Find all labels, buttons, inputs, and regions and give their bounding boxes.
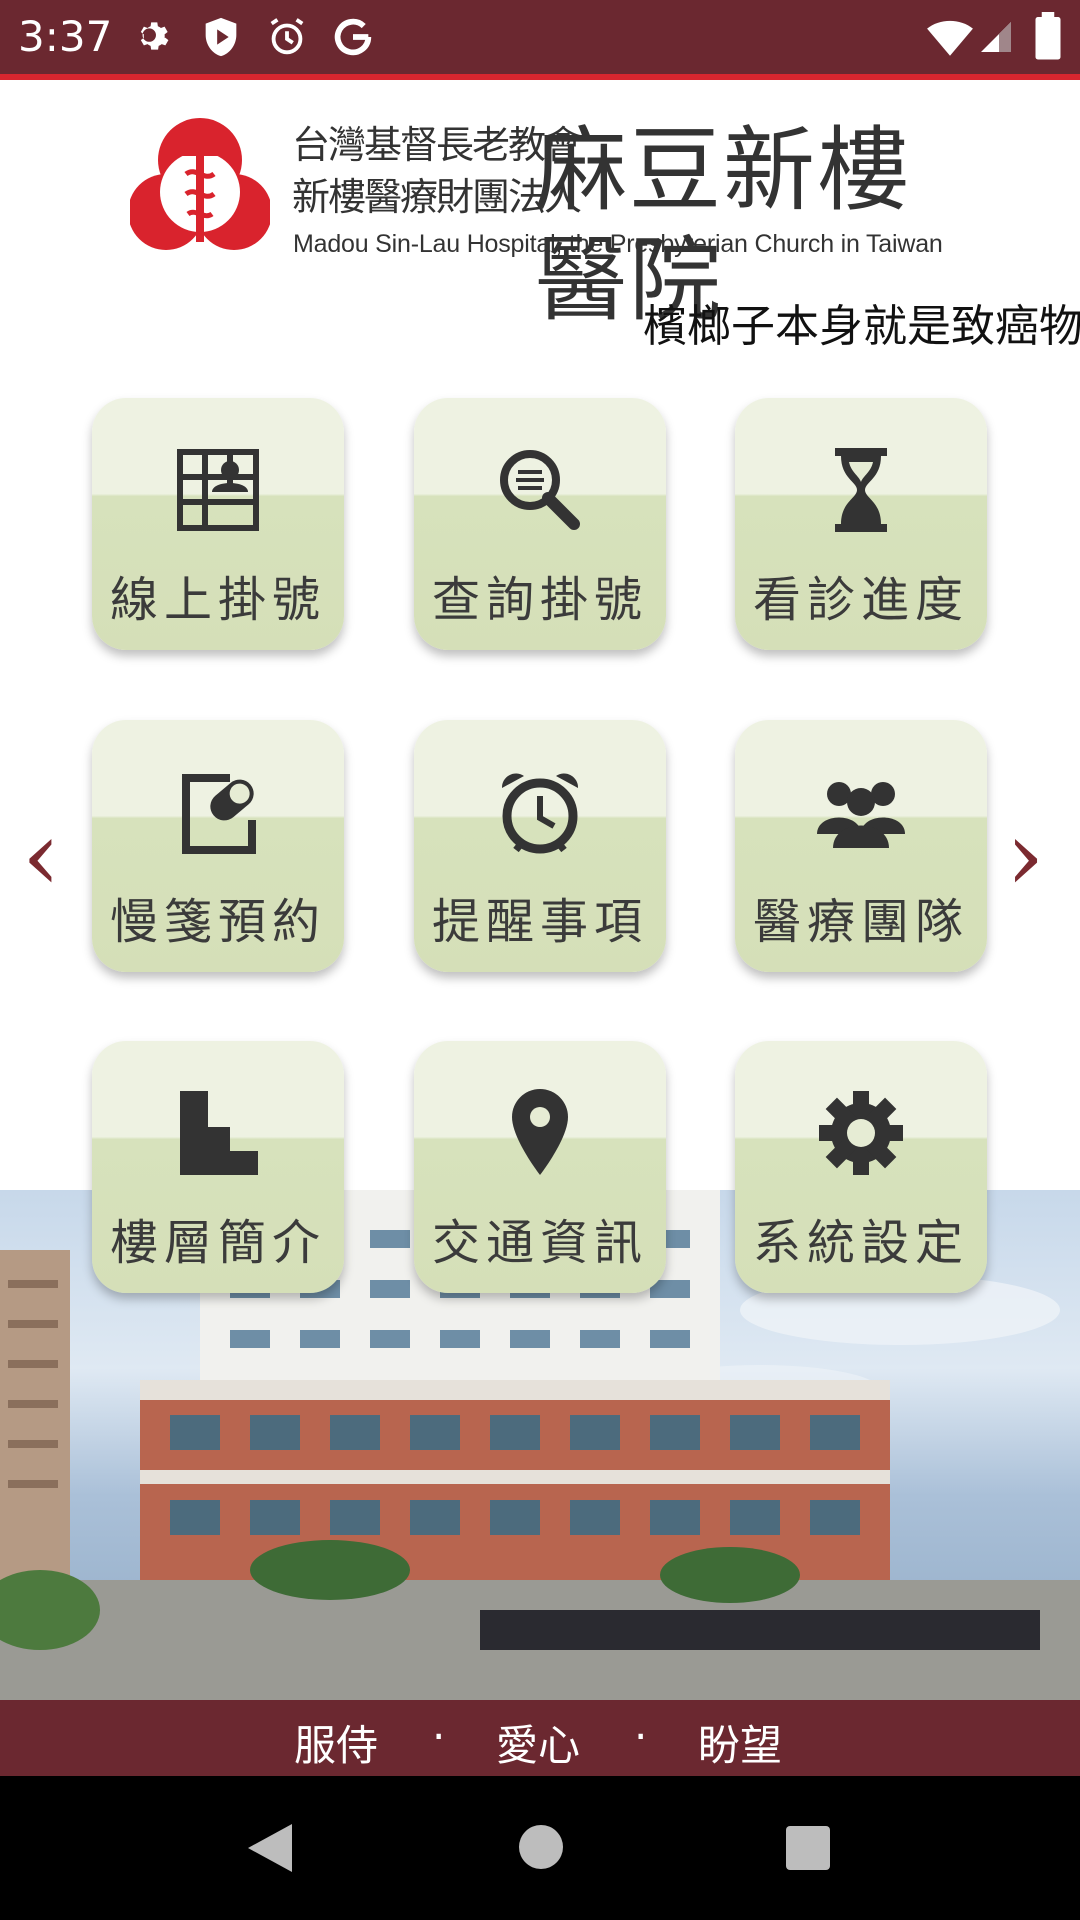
back-icon[interactable] [244,1822,294,1874]
tile-label: 系統設定 [752,1215,969,1271]
recents-icon[interactable] [786,1826,830,1870]
tile-label: 線上掛號 [109,572,326,628]
floors-icon [180,1091,258,1175]
tile-label: 醫療團隊 [752,894,969,950]
home-icon[interactable] [518,1824,564,1870]
hospital-english-name: Madou Sin-Lau Hospital, the Presbyterian… [293,230,943,258]
tile-label: 樓層簡介 [109,1215,326,1271]
prescription-icon [182,774,256,854]
gear-icon [140,22,169,50]
location-pin-icon [512,1089,568,1175]
registration-icon [177,449,259,531]
tile-floor-guide[interactable]: 樓層簡介 [84,1033,352,1301]
hospital-logo: 台灣基督長老教會 新樓醫療財團法人 麻豆新樓醫院 Madou Sin-Lau H… [130,112,950,334]
tile-chronic-prescription[interactable]: 慢箋預約 [84,712,352,980]
tile-label: 看診進度 [752,572,969,628]
system-navigation-bar [0,1776,1080,1920]
tile-label: 提醒事項 [431,894,648,950]
shield-icon [205,17,237,57]
slogan-footer: 服侍 · 愛心 · 盼望 [0,1700,1080,1776]
slogan-separator: · [432,1712,446,1761]
status-time: 3:37 [18,12,113,61]
tile-traffic-info[interactable]: 交通資訊 [406,1033,674,1301]
status-accent-line [0,74,1080,80]
google-g-icon [334,18,372,56]
next-page-arrow[interactable]: › [1006,800,1044,912]
wifi-icon [927,20,973,56]
status-bar: 3:37 [0,0,1080,74]
prev-page-arrow[interactable]: ‹ [22,800,60,912]
team-icon [817,782,905,848]
tile-system-settings[interactable]: 系統設定 [727,1033,995,1301]
slogan-word-3: 盼望 [698,1721,783,1770]
tile-label: 交通資訊 [431,1215,648,1271]
tile-online-registration[interactable]: 線上掛號 [84,390,352,658]
tile-consultation-progress[interactable]: 看診進度 [727,390,995,658]
settings-gear-icon [819,1091,903,1175]
hospital-seal-icon [130,118,270,250]
tile-query-registration[interactable]: 查詢掛號 [406,390,674,658]
news-marquee[interactable]: 檳榔子本身就是致癌物 [0,282,1080,352]
tile-reminders[interactable]: 提醒事項 [406,712,674,980]
alarm-icon [270,18,304,55]
battery-icon [1035,12,1061,60]
alarm-clock-icon [501,773,579,854]
hourglass-icon [835,448,887,532]
tile-label: 查詢掛號 [431,572,648,628]
slogan-separator: · [634,1712,648,1761]
marquee-text: 檳榔子本身就是致癌物 [643,301,1080,352]
slogan-word-2: 愛心 [496,1721,581,1770]
signal-icon [981,22,1011,52]
slogan-word-1: 服侍 [294,1721,379,1770]
search-icon [500,450,580,530]
tile-medical-team[interactable]: 醫療團隊 [727,712,995,980]
tile-label: 慢箋預約 [109,894,326,950]
